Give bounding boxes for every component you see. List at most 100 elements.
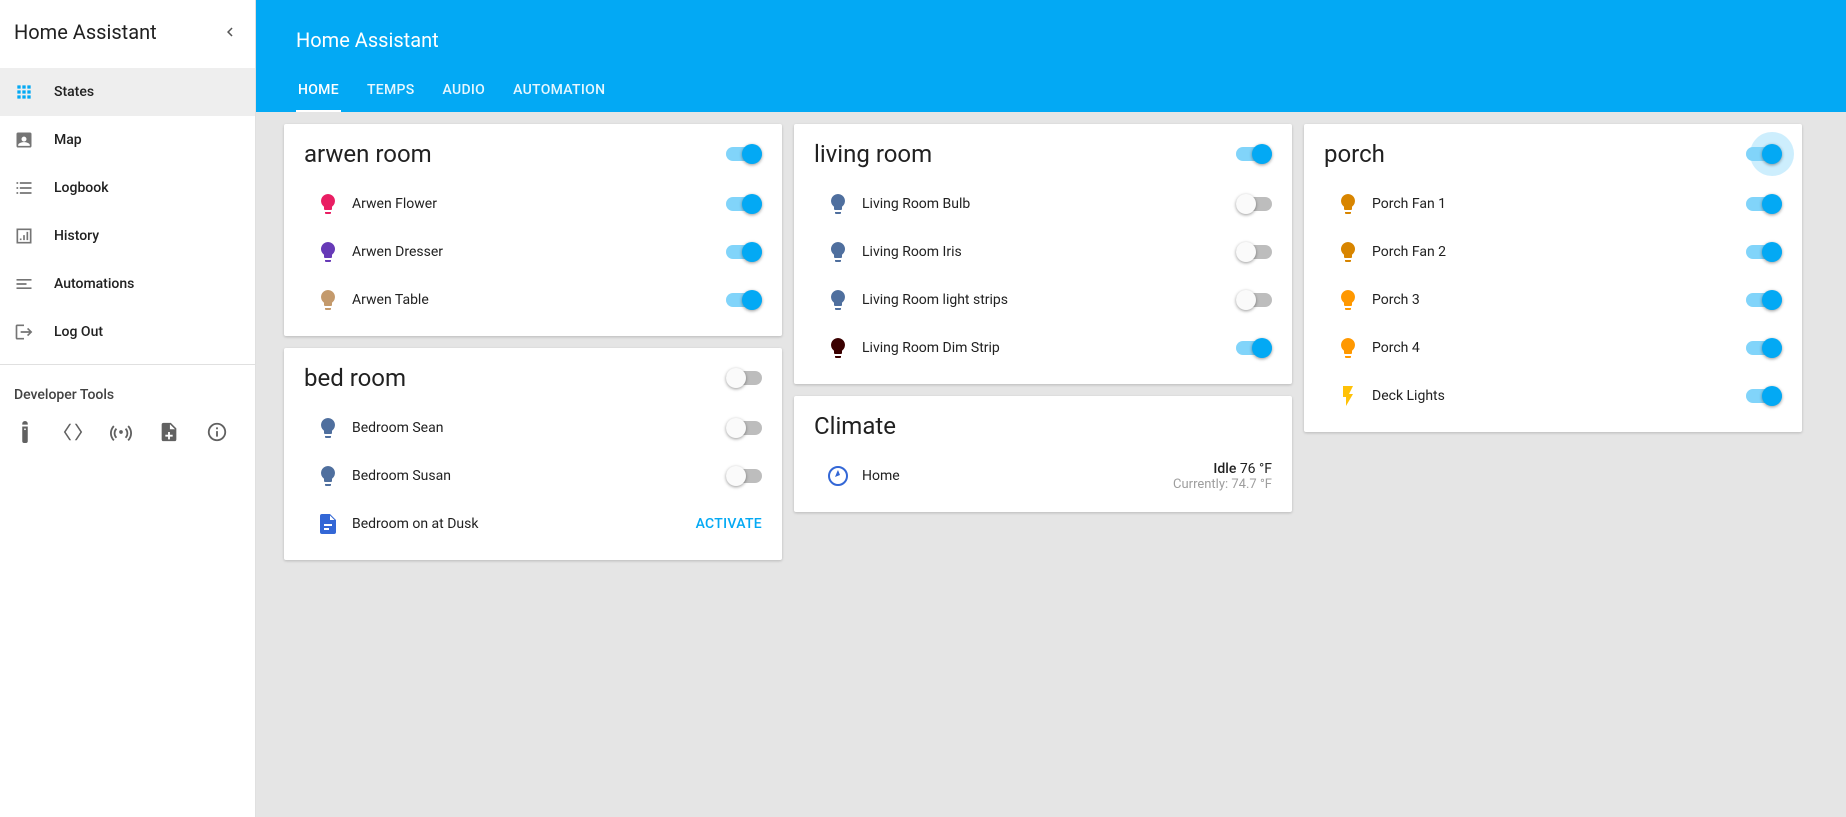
sidebar-item-logbook[interactable]: Logbook xyxy=(0,164,255,212)
lightbulb-icon[interactable] xyxy=(304,192,352,216)
sidebar-item-map[interactable]: Map xyxy=(0,116,255,164)
toggle-porch-master[interactable] xyxy=(1746,144,1782,164)
toggle-bedroom-sean[interactable] xyxy=(726,418,762,438)
toggle-living-strips[interactable] xyxy=(1236,290,1272,310)
entity-row: Porch 3 xyxy=(1324,276,1782,324)
toggle-porch-fan-1[interactable] xyxy=(1746,194,1782,214)
entity-label[interactable]: Deck Lights xyxy=(1372,388,1746,404)
lightbulb-icon[interactable] xyxy=(1324,192,1372,216)
sidebar-item-label: States xyxy=(54,84,94,100)
column-1: arwen room Arwen Flower Arwen Dresser Ar… xyxy=(284,124,782,560)
sidebar-item-logout[interactable]: Log Out xyxy=(0,308,255,356)
climate-current-label: Currently: xyxy=(1173,477,1231,492)
thermostat-icon[interactable] xyxy=(814,464,862,488)
entity-label[interactable]: Porch 4 xyxy=(1372,340,1746,356)
climate-target: 76 °F xyxy=(1240,461,1272,477)
lightbulb-icon[interactable] xyxy=(304,416,352,440)
toggle-porch-4[interactable] xyxy=(1746,338,1782,358)
entity-label[interactable]: Bedroom Sean xyxy=(352,420,726,436)
card-arwen-room: arwen room Arwen Flower Arwen Dresser Ar… xyxy=(284,124,782,336)
lightbulb-icon[interactable] xyxy=(304,464,352,488)
entity-row: Porch Fan 1 xyxy=(1324,180,1782,228)
entity-row: Living Room Iris xyxy=(814,228,1272,276)
entity-label[interactable]: Living Room light strips xyxy=(862,292,1236,308)
entity-label[interactable]: Bedroom Susan xyxy=(352,468,726,484)
sidebar-item-label: Map xyxy=(54,132,82,148)
flash-icon[interactable] xyxy=(1324,384,1372,408)
activate-button[interactable]: ACTIVATE xyxy=(696,516,762,532)
tab-automation[interactable]: AUTOMATION xyxy=(511,70,607,112)
entity-label[interactable]: Arwen Dresser xyxy=(352,244,726,260)
toggle-living-iris[interactable] xyxy=(1236,242,1272,262)
toggle-bedroom-susan[interactable] xyxy=(726,466,762,486)
entity-row: Home Idle 76 °F Currently: 74.7 °F xyxy=(814,452,1272,500)
sidebar-header: Home Assistant xyxy=(0,0,255,64)
tab-audio[interactable]: AUDIO xyxy=(441,70,488,112)
dev-tools-row xyxy=(0,411,255,453)
tab-home[interactable]: HOME xyxy=(296,70,341,112)
lightbulb-icon[interactable] xyxy=(1324,336,1372,360)
lightbulb-icon[interactable] xyxy=(304,288,352,312)
sidebar-item-label: Logbook xyxy=(54,180,109,196)
sidebar-nav: States Map Logbook History Automations xyxy=(0,64,255,356)
toggle-living-bulb[interactable] xyxy=(1236,194,1272,214)
lightbulb-icon[interactable] xyxy=(304,240,352,264)
page-title: Home Assistant xyxy=(296,16,1806,64)
card-title: living room xyxy=(814,140,932,168)
entity-label[interactable]: Living Room Dim Strip xyxy=(862,340,1236,356)
entity-label[interactable]: Home xyxy=(862,468,1173,484)
tabs: HOME TEMPS AUDIO AUTOMATION xyxy=(296,64,1806,112)
collapse-sidebar-icon[interactable] xyxy=(221,23,239,41)
appbar: Home Assistant HOME TEMPS AUDIO AUTOMATI… xyxy=(256,0,1846,112)
column-3: porch Porch Fan 1 Porch Fan 2 Porch 3 xyxy=(1304,124,1802,432)
entity-label[interactable]: Living Room Iris xyxy=(862,244,1236,260)
entity-row: Living Room Bulb xyxy=(814,180,1272,228)
script-icon[interactable] xyxy=(304,512,352,536)
grid-icon xyxy=(14,82,54,102)
sidebar: Home Assistant States Map Logbook xyxy=(0,0,256,817)
toggle-arwen-flower[interactable] xyxy=(726,194,762,214)
radio-tower-icon[interactable] xyxy=(110,421,132,443)
entity-row: Arwen Flower xyxy=(304,180,762,228)
entity-row: Deck Lights xyxy=(1324,372,1782,420)
toggle-arwen-dresser[interactable] xyxy=(726,242,762,262)
info-icon[interactable] xyxy=(206,421,228,443)
lightbulb-icon[interactable] xyxy=(1324,240,1372,264)
tab-temps[interactable]: TEMPS xyxy=(365,70,417,112)
toggle-porch-3[interactable] xyxy=(1746,290,1782,310)
toggle-arwen-master[interactable] xyxy=(726,144,762,164)
entity-label[interactable]: Porch Fan 1 xyxy=(1372,196,1746,212)
card-living-room: living room Living Room Bulb Living Room… xyxy=(794,124,1292,384)
logout-icon xyxy=(14,322,54,342)
toggle-deck-lights[interactable] xyxy=(1746,386,1782,406)
toggle-living-dim-strip[interactable] xyxy=(1236,338,1272,358)
lightbulb-icon[interactable] xyxy=(814,336,862,360)
file-icon[interactable] xyxy=(158,421,180,443)
account-box-icon xyxy=(14,130,54,150)
sidebar-divider xyxy=(0,364,255,365)
entity-label[interactable]: Porch Fan 2 xyxy=(1372,244,1746,260)
sidebar-item-states[interactable]: States xyxy=(0,68,255,116)
card-title: porch xyxy=(1324,140,1385,168)
lightbulb-icon[interactable] xyxy=(1324,288,1372,312)
chart-icon xyxy=(14,226,54,246)
lightbulb-icon[interactable] xyxy=(814,240,862,264)
entity-row: Porch 4 xyxy=(1324,324,1782,372)
sidebar-item-automations[interactable]: Automations xyxy=(0,260,255,308)
entity-label[interactable]: Bedroom on at Dusk xyxy=(352,516,696,532)
sidebar-item-history[interactable]: History xyxy=(0,212,255,260)
remote-icon[interactable] xyxy=(14,421,36,443)
toggle-arwen-table[interactable] xyxy=(726,290,762,310)
toggle-living-master[interactable] xyxy=(1236,144,1272,164)
lightbulb-icon[interactable] xyxy=(814,288,862,312)
toggle-porch-fan-2[interactable] xyxy=(1746,242,1782,262)
entity-label[interactable]: Arwen Flower xyxy=(352,196,726,212)
entity-label[interactable]: Arwen Table xyxy=(352,292,726,308)
lightbulb-icon[interactable] xyxy=(814,192,862,216)
entity-label[interactable]: Living Room Bulb xyxy=(862,196,1236,212)
toggle-bed-master[interactable] xyxy=(726,368,762,388)
code-icon[interactable] xyxy=(62,421,84,443)
entity-label[interactable]: Porch 3 xyxy=(1372,292,1746,308)
list-icon xyxy=(14,178,54,198)
sidebar-title: Home Assistant xyxy=(14,20,157,44)
